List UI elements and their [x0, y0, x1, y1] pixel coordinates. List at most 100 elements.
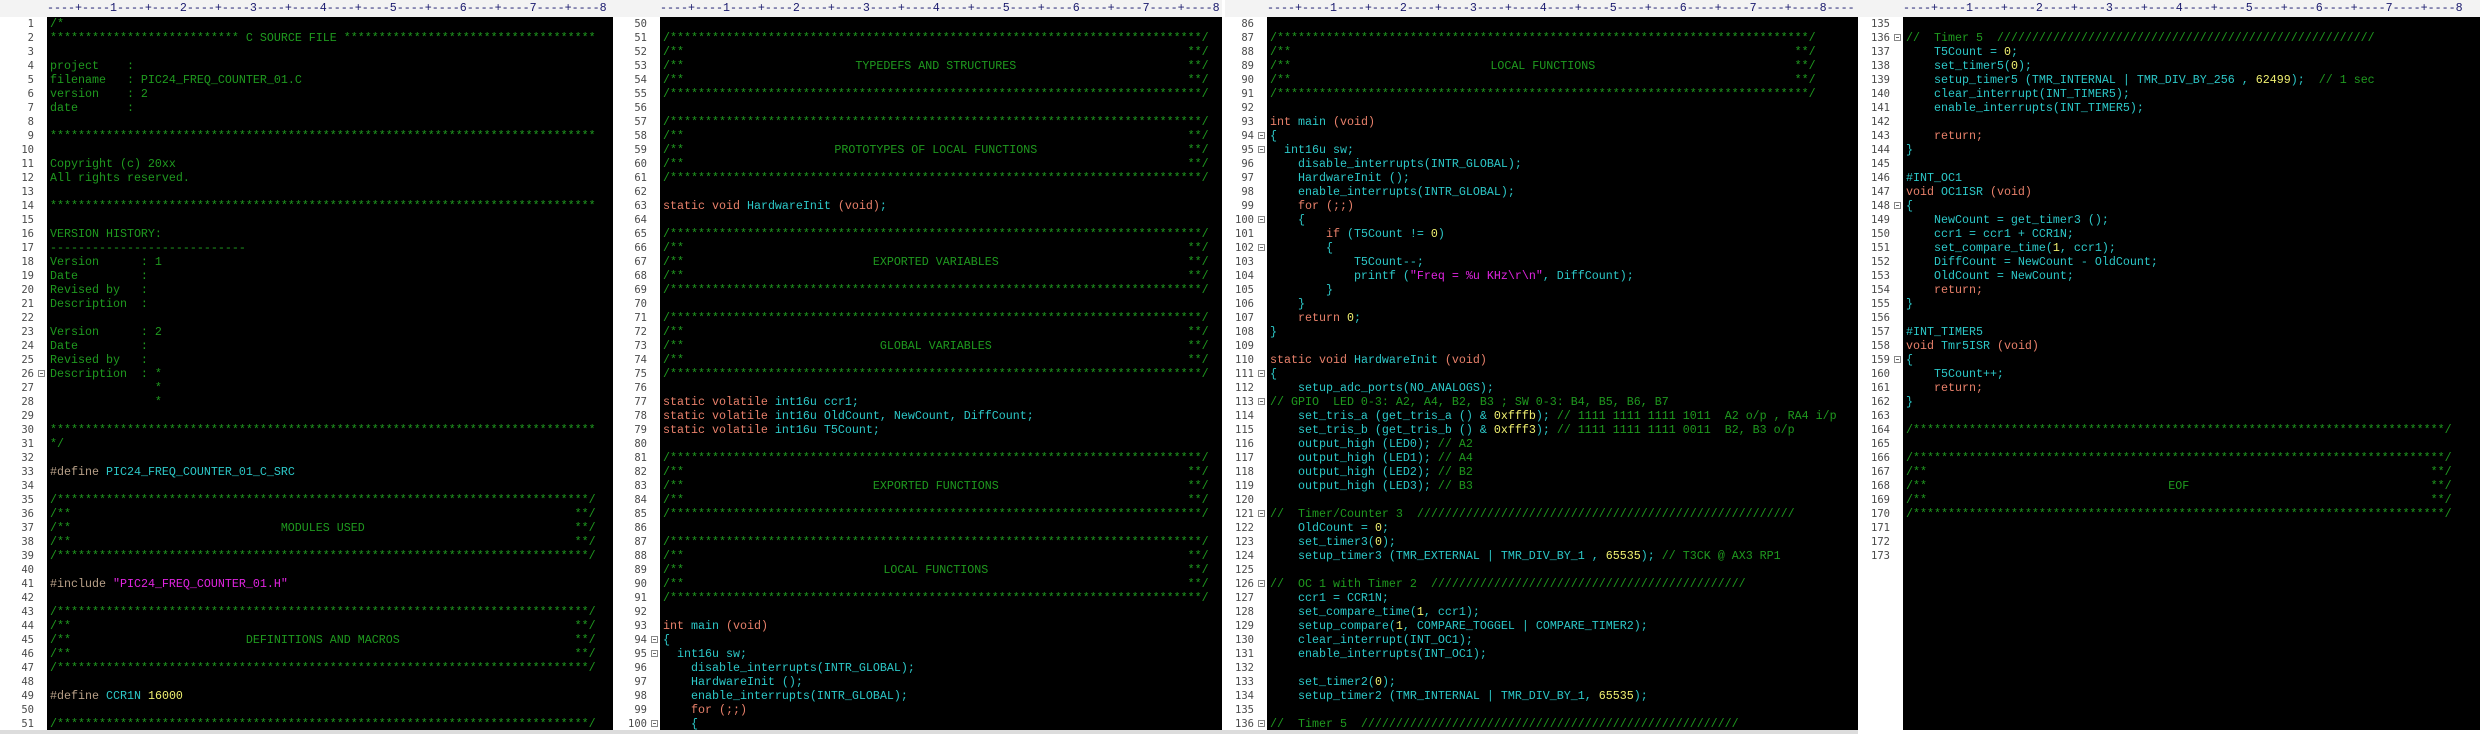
code-line[interactable]: Date :: [47, 339, 613, 353]
code-line[interactable]: [47, 311, 613, 325]
code-line[interactable]: int main (void): [1267, 115, 1858, 129]
code-line[interactable]: OldCount = NewCount;: [1903, 269, 2480, 283]
code-line[interactable]: [660, 297, 1222, 311]
code-line[interactable]: return;: [1903, 129, 2480, 143]
code-line[interactable]: /** **/: [660, 493, 1209, 507]
code-area[interactable]: // Timer 5 /////////////////////////////…: [1903, 17, 2480, 730]
code-line[interactable]: *************************** C SOURCE FIL…: [47, 31, 613, 45]
code-line[interactable]: VERSION HISTORY:: [47, 227, 613, 241]
code-line[interactable]: }: [1903, 297, 2480, 311]
code-line[interactable]: [1903, 535, 2480, 549]
fold-toggle-icon[interactable]: [1258, 244, 1265, 251]
code-line[interactable]: [47, 115, 613, 129]
code-line[interactable]: ****************************************…: [47, 199, 613, 213]
code-line[interactable]: ccr1 = ccr1 + CCR1N;: [1903, 227, 2480, 241]
code-line[interactable]: [660, 605, 1222, 619]
code-area[interactable]: /* *************************** C SOURCE F…: [47, 17, 613, 730]
code-line[interactable]: [660, 381, 1222, 395]
code-line[interactable]: /** EOF **/: [1903, 479, 2452, 493]
line-number-gutter[interactable]: 86 87 88 89 90 91 92 93 94 95 96 97 98 99 100 101 102 103…: [1225, 17, 1267, 730]
code-line[interactable]: [1903, 409, 2480, 423]
code-line[interactable]: }: [1267, 325, 1858, 339]
code-line[interactable]: /** **/: [660, 353, 1209, 367]
fold-toggle-icon[interactable]: [1258, 216, 1265, 223]
code-line[interactable]: output_high (LED1); // A4: [1267, 451, 1858, 465]
code-line[interactable]: // Timer 5 /////////////////////////////…: [1267, 717, 1858, 730]
code-line[interactable]: {: [660, 717, 1222, 730]
code-line[interactable]: set_compare_time(1, ccr1);: [1903, 241, 2480, 255]
code-line[interactable]: /***************************************…: [47, 493, 613, 507]
code-line[interactable]: /***************************************…: [1267, 87, 1858, 101]
code-line[interactable]: #define PIC24_FREQ_COUNTER_01_C_SRC: [47, 465, 613, 479]
code-line[interactable]: #INT_TIMER5: [1903, 325, 2480, 339]
code-line[interactable]: /** **/: [660, 325, 1209, 339]
line-number-gutter[interactable]: 50 51 52 53 54 55 56 57 58 59 60 61 62 63 64 65 66 67 68 69…: [613, 17, 660, 730]
code-line[interactable]: *: [47, 395, 613, 409]
code-line[interactable]: [47, 563, 613, 577]
code-line[interactable]: printf ("Freq = %u KHz\r\n", DiffCount);: [1267, 269, 1858, 283]
code-line[interactable]: *: [47, 381, 613, 395]
code-line[interactable]: /***************************************…: [660, 115, 1222, 129]
code-line[interactable]: #define CCR1N 16000: [47, 689, 613, 703]
code-line[interactable]: Revised by :: [47, 283, 613, 297]
fold-toggle-icon[interactable]: [1258, 720, 1265, 727]
fold-toggle-icon[interactable]: [1894, 202, 1901, 209]
code-line[interactable]: /***************************************…: [660, 535, 1222, 549]
editor-pane-3[interactable]: ----+----1----+----2----+----3----+----4…: [1225, 0, 1858, 730]
code-line[interactable]: /** LOCAL FUNCTIONS **/: [1267, 59, 1816, 73]
fold-toggle-icon[interactable]: [1258, 580, 1265, 587]
code-line[interactable]: disable_interrupts(INTR_GLOBAL);: [660, 661, 1222, 675]
code-line[interactable]: // Timer/Counter 3 /////////////////////…: [1267, 507, 1858, 521]
code-line[interactable]: /** **/: [660, 465, 1209, 479]
code-line[interactable]: setup_timer2 (TMR_INTERNAL | TMR_DIV_BY_…: [1267, 689, 1858, 703]
code-line[interactable]: set_timer2(0);: [1267, 675, 1858, 689]
code-line[interactable]: /***************************************…: [660, 591, 1222, 605]
code-line[interactable]: [1267, 703, 1858, 717]
code-line[interactable]: /** PROTOTYPES OF LOCAL FUNCTIONS **/: [660, 143, 1209, 157]
code-line[interactable]: /** **/: [1267, 73, 1816, 87]
code-line[interactable]: HardwareInit ();: [660, 675, 1222, 689]
code-line[interactable]: [660, 101, 1222, 115]
fold-toggle-icon[interactable]: [1258, 370, 1265, 377]
code-line[interactable]: }: [1267, 283, 1858, 297]
code-line[interactable]: {: [1267, 241, 1858, 255]
code-line[interactable]: enable_interrupts(INT_OC1);: [1267, 647, 1858, 661]
code-line[interactable]: [1903, 311, 2480, 325]
code-line[interactable]: /** **/: [660, 45, 1209, 59]
code-line[interactable]: /** EXPORTED FUNCTIONS **/: [660, 479, 1209, 493]
code-area[interactable]: /***************************************…: [660, 17, 1222, 730]
code-line[interactable]: [660, 521, 1222, 535]
code-line[interactable]: /** **/: [660, 577, 1209, 591]
code-line[interactable]: [1267, 17, 1858, 31]
code-line[interactable]: enable_interrupts(INTR_GLOBAL);: [660, 689, 1222, 703]
code-line[interactable]: T5Count = 0;: [1903, 45, 2480, 59]
code-line[interactable]: int16u sw;: [660, 647, 1222, 661]
code-line[interactable]: /***************************************…: [47, 605, 613, 619]
code-line[interactable]: return;: [1903, 381, 2480, 395]
code-line[interactable]: /** **/: [47, 535, 596, 549]
code-line[interactable]: [1903, 157, 2480, 171]
code-line[interactable]: output_high (LED3); // B3: [1267, 479, 1858, 493]
code-line[interactable]: /***************************************…: [47, 717, 613, 730]
code-line[interactable]: clear_interrupt(INT_OC1);: [1267, 633, 1858, 647]
code-line[interactable]: disable_interrupts(INTR_GLOBAL);: [1267, 157, 1858, 171]
code-line[interactable]: [47, 45, 613, 59]
code-line[interactable]: int16u sw;: [1267, 143, 1858, 157]
code-line[interactable]: [1903, 549, 2480, 563]
code-line[interactable]: ****************************************…: [47, 423, 613, 437]
code-line[interactable]: /***************************************…: [1903, 423, 2480, 437]
code-line[interactable]: Date :: [47, 269, 613, 283]
code-line[interactable]: set_timer3(0);: [1267, 535, 1858, 549]
code-line[interactable]: setup_timer3 (TMR_EXTERNAL | TMR_DIV_BY_…: [1267, 549, 1858, 563]
fold-toggle-icon[interactable]: [1894, 356, 1901, 363]
code-line[interactable]: set_tris_b (get_tris_b () & 0xfff3); // …: [1267, 423, 1858, 437]
code-line[interactable]: /** **/: [660, 157, 1209, 171]
code-line[interactable]: ccr1 = CCR1N;: [1267, 591, 1858, 605]
code-line[interactable]: Revised by :: [47, 353, 613, 367]
code-line[interactable]: // Timer 5 /////////////////////////////…: [1903, 31, 2480, 45]
code-line[interactable]: /** **/: [660, 241, 1209, 255]
code-line[interactable]: void OC1ISR (void): [1903, 185, 2480, 199]
fold-toggle-icon[interactable]: [1258, 398, 1265, 405]
code-line[interactable]: /** GLOBAL VARIABLES **/: [660, 339, 1209, 353]
code-line[interactable]: /*: [47, 17, 613, 31]
